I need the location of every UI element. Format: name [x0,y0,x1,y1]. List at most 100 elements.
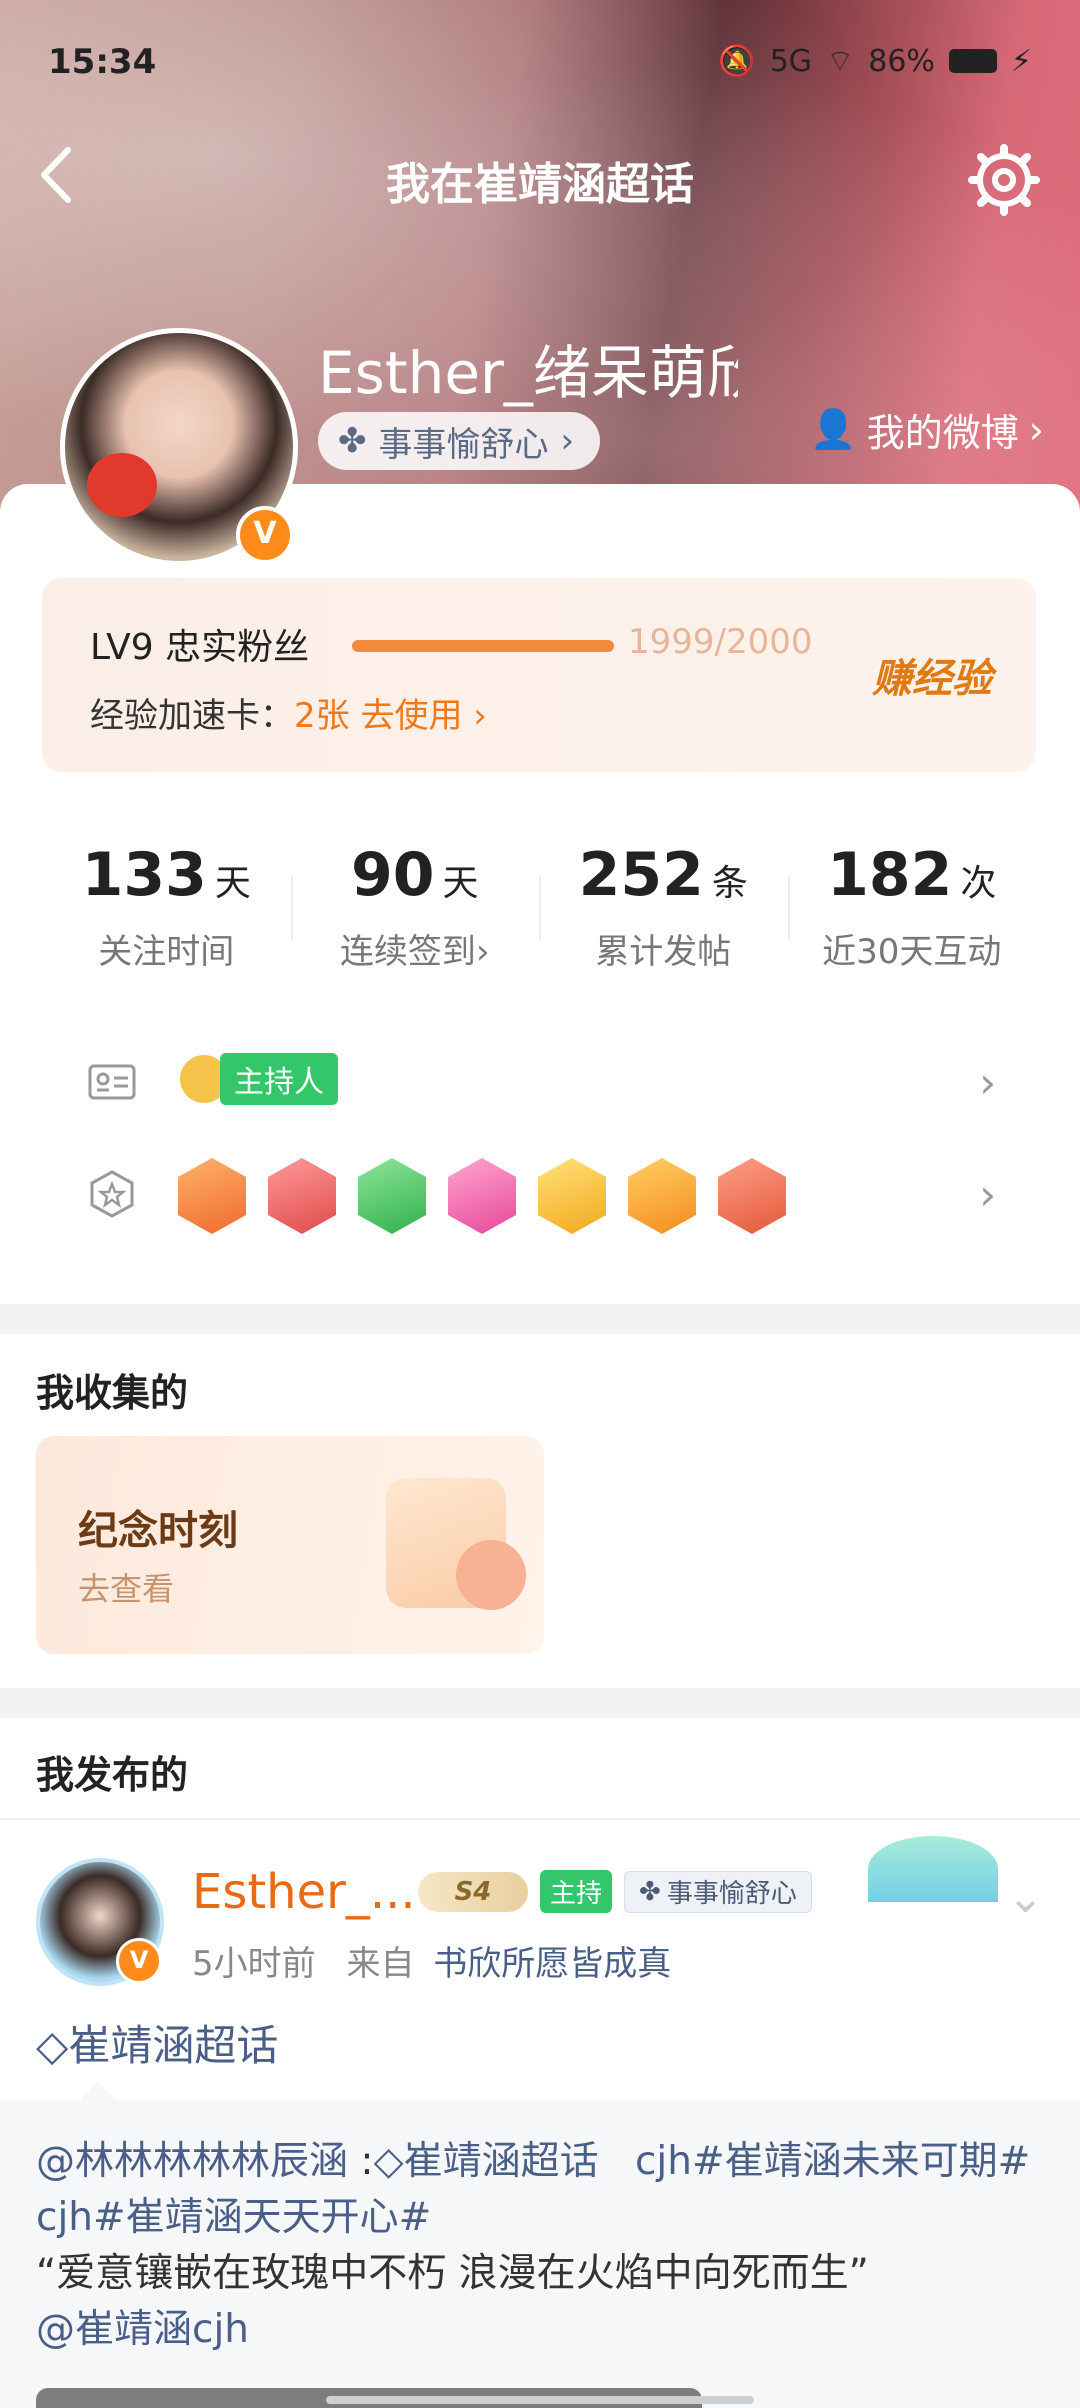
stat-unit: 天 [214,863,251,904]
chevron-right-icon: › [979,1058,996,1107]
section-divider [0,1304,1080,1334]
30-days-medal-icon [538,1158,606,1234]
page-title: 我在崔靖涵超话 [386,159,694,210]
top-nav: 我在崔靖涵超话 [0,140,1080,220]
verified-icon: V [116,1938,162,1984]
clover-icon: ✤ [639,1876,661,1907]
username: Esther_绪呆萌欣 [318,339,738,407]
stat-value: 133 [81,840,207,910]
section-divider [0,1688,1080,1718]
stat-checkin-days[interactable]: 90 天 连续签到› [290,800,540,1000]
gear-icon [968,144,1040,216]
host-tag: 主持 [540,1870,613,1913]
charging-icon: ⚡ [1010,43,1032,79]
network-label: 5G [769,43,813,79]
quoted-text: @林林林林林辰涵 :◇崔靖涵超话 cjh#崔靖涵未来可期# cjh#崔靖涵天天开… [36,2134,1046,2358]
speed-label: 经验加速卡： [90,696,294,736]
mute-icon: 🔕 [718,43,756,79]
speed-card-row[interactable]: 经验加速卡：2张 去使用 › [90,688,487,737]
hand-medal-icon [358,1158,426,1234]
battery-icon [948,49,997,73]
level-tag: S4 [418,1871,528,1912]
diamond-icon: ◇ [36,2021,69,2070]
status-bar: 15:34 🔕 5G ⌔ 86% ⚡ [48,38,1032,88]
wifi-icon: ⌔ [826,44,855,79]
medals-row[interactable]: › [42,1146,1036,1246]
level-progress-bar [352,640,614,652]
level-progress-text: 1999/2000 [628,622,813,662]
badges-card: 主持人 › › [42,1034,1036,1280]
memory-card[interactable]: 纪念时刻 去查看 [36,1436,544,1654]
collected-heading: 我收集的 [36,1371,189,1415]
post-separator [0,1818,1080,1820]
clover-icon: ✤ [338,421,367,461]
post-time: 5小时前 [192,1944,316,1984]
stat-posts: 252 条 累计发帖 [539,800,788,1000]
post-meta: 5小时前 来自 书欣所愿皆成真 [192,1936,671,1985]
host-badge: 主持人 [180,1053,338,1105]
post-from: 来自 [346,1944,415,1984]
quoted-post[interactable]: @林林林林林辰涵 :◇崔靖涵超话 cjh#崔靖涵未来可期# cjh#崔靖涵天天开… [0,2082,1080,2408]
stat-unit: 次 [960,863,997,904]
settings-button[interactable] [964,140,1044,220]
post-author[interactable]: Esther_... [192,1864,416,1920]
status-time: 15:34 [48,42,157,82]
level-title: LV9 忠实粉丝 [90,627,310,668]
post-source[interactable]: 书欣所愿皆成真 [433,1944,671,1984]
motto-text: 事事愉舒心 [378,424,549,465]
home-indicator [326,2396,754,2404]
motto-tag[interactable]: ✤ 事事愉舒心 › [318,412,601,470]
rock-hand-medal-icon [718,1158,786,1234]
chevron-right-icon: › [1028,407,1044,452]
stat-label: 连续签到 [339,932,476,972]
level-card[interactable]: LV9 忠实粉丝 1999/2000 经验加速卡：2张 去使用 › 赚经验 [42,578,1036,772]
stat-label: 关注时间 [98,932,235,972]
post-topic-link[interactable]: ◇崔靖涵超话 [36,2012,278,2073]
stat-value: 90 [350,840,435,910]
published-heading: 我发布的 [36,1753,189,1797]
stat-label: 累计发帖 [595,932,732,972]
hashtag-link[interactable]: cjh#崔靖涵天天开心# [36,2195,431,2240]
verified-icon: V [236,506,294,564]
diamond-icon: ◇ [373,2139,404,2184]
mention-link[interactable]: @林林林林林辰涵 [36,2139,348,2184]
battery-text: 86% [868,43,935,79]
medal-icon [90,1170,134,1218]
my-weibo-link[interactable]: 👤 我的微博 › [809,402,1044,457]
post-tags: S4 主持 ✤ 事事愉舒心 [418,1870,812,1913]
status-icons: 🔕 5G ⌔ 86% ⚡ [718,42,1032,80]
chevron-right-icon: › [462,696,487,736]
stat-unit: 条 [711,863,748,904]
whale-decoration-icon [868,1836,998,1902]
speed-value: 2张 去使用 [294,696,463,736]
chevron-right-icon: › [475,932,490,972]
stat-interactions: 182 次 近30天互动 [787,800,1037,1000]
user-icon: 👤 [809,407,857,451]
stats-row: 133 天 关注时间 90 天 连续签到› 252 条 累计发帖 182 次 近30天互… [42,800,1036,1000]
at-mention-link[interactable]: @崔靖涵cjh [36,2307,249,2352]
post-topic-text: 崔靖涵超话 [68,2021,279,2070]
stat-value: 182 [827,840,953,910]
quote-arrow [80,2082,116,2100]
heart-icon [456,1540,526,1610]
motto-tag: ✤ 事事愉舒心 [624,1870,812,1913]
memory-action: 去查看 [78,1570,175,1608]
id-card-icon [88,1064,136,1100]
chevron-down-icon[interactable]: ⌄ [1007,1872,1044,1923]
graduation-medal-icon [448,1158,516,1234]
quote-topic-link[interactable]: 崔靖涵超话 [404,2139,599,2184]
smile-medal-icon [628,1158,696,1234]
chevron-right-icon: › [979,1170,996,1219]
memory-title: 纪念时刻 [78,1508,238,1554]
hashtag-link[interactable]: cjh#崔靖涵未来可期# [635,2139,1030,2184]
earn-exp-button[interactable]: 赚经验 [872,646,992,704]
stat-value: 252 [578,840,704,910]
avatar-apple [87,453,157,517]
colon-separator: : [348,2139,374,2184]
stat-unit: 天 [442,863,479,904]
motto-tag-text: 事事愉舒心 [666,1879,797,1909]
my-weibo-label: 我的微博 [866,411,1019,455]
love-medal-icon [178,1158,246,1234]
quote-body: “爱意镶嵌在玫瑰中不朽 浪漫在火焰中向死而生” [36,2251,869,2296]
identity-row[interactable]: 主持人 › [42,1034,1036,1134]
